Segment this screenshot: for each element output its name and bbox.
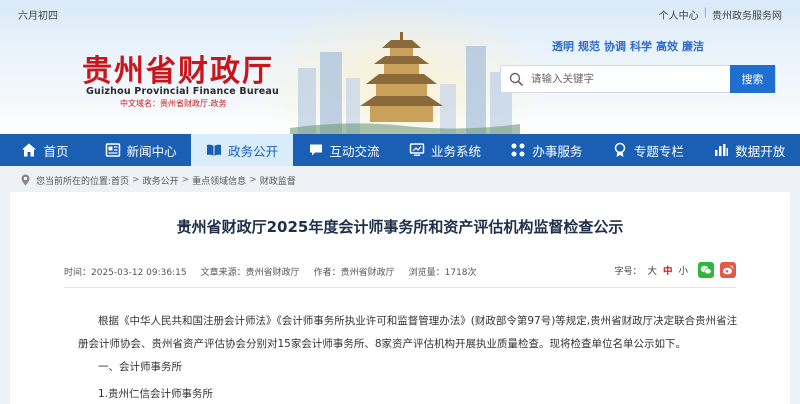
article-meta: 时间：2025-03-12 09:36:15 文章来源：贵州省财政厅 作者：贵州… <box>64 265 477 278</box>
top-bar: 六月初四 个人中心 | 贵州政务服务网 <box>0 0 800 26</box>
news-icon <box>105 143 120 157</box>
article-source: 文章来源：贵州省财政厅 <box>200 268 300 278</box>
top-links: 个人中心 | 贵州政务服务网 <box>659 7 782 22</box>
search-icon <box>509 72 523 86</box>
nav-item-label: 数据开放 <box>735 143 786 159</box>
nav-item-interaction[interactable]: 互动交流 <box>293 134 394 166</box>
publish-time: 时间：2025-03-12 09:36:15 <box>64 268 187 278</box>
article-title: 贵州省财政厅2025年度会计师事务所和资产评估机构监督检查公示 <box>176 218 624 236</box>
nav-item-home[interactable]: 首页 <box>0 134 90 166</box>
font-size-label: 字号： <box>614 266 642 277</box>
font-size-small-button[interactable]: 小 <box>678 263 688 277</box>
breadcrumb-separator: > <box>181 175 190 185</box>
section-heading: 一、会计师事务所 <box>98 361 182 373</box>
value-word: 协调 <box>604 40 626 53</box>
site-header: 六月初四 个人中心 | 贵州政务服务网 贵州省财政厅 Guizhou Provi… <box>0 0 800 134</box>
wechat-share-button[interactable] <box>698 262 714 278</box>
data-chart-icon <box>715 144 729 156</box>
topic-icon <box>614 142 626 157</box>
nav-item-label: 互动交流 <box>329 143 380 159</box>
article-panel: 贵州省财政厅2025年度会计师事务所和资产评估机构监督检查公示 时间：2025-… <box>10 192 790 404</box>
breadcrumb-separator: > <box>132 175 140 185</box>
value-word: 廉洁 <box>682 40 704 53</box>
wechat-icon <box>700 265 712 275</box>
core-values: 透明 规范 协调 科学 高效 廉洁 <box>552 38 704 54</box>
nav-item-label: 专题专栏 <box>633 143 684 159</box>
lunar-date: 六月初四 <box>18 11 58 22</box>
article-body: 根据《中华人民共和国注册会计师法》《会计师事务所执业许可和监督管理办法》(财政部… <box>78 310 738 404</box>
site-domain-label: 中文域名：贵州省财政厅.政务 <box>120 99 227 108</box>
view-count: 浏览量：1718次 <box>408 268 477 278</box>
gov-service-link[interactable]: 贵州政务服务网 <box>712 7 782 22</box>
nav-item-services[interactable]: 办事服务 <box>496 134 597 166</box>
breadcrumb: 您当前所在的位置: 首页 > 政务公开 > 重点领域信息 > 财政监督 <box>20 172 296 188</box>
value-word: 高效 <box>656 40 678 53</box>
nav-item-label: 办事服务 <box>532 143 583 159</box>
site-logo-title[interactable]: 贵州省财政厅 <box>82 46 274 90</box>
nav-item-label: 首页 <box>43 143 69 159</box>
nav-item-gov-affairs[interactable]: 政务公开 <box>191 134 293 166</box>
value-word: 科学 <box>630 40 652 53</box>
nav-item-open-data[interactable]: 数据开放 <box>699 134 800 166</box>
breadcrumb-gov-affairs[interactable]: 政务公开 <box>143 174 179 187</box>
intro-paragraph: 根据《中华人民共和国注册会计师法》《会计师事务所执业许可和监督管理办法》(财政部… <box>78 315 738 350</box>
search-button[interactable]: 搜索 <box>730 65 775 93</box>
article-author: 作者：贵州省财政厅 <box>313 268 395 278</box>
open-book-icon <box>207 144 222 156</box>
home-icon <box>22 143 37 157</box>
personal-center-link[interactable]: 个人中心 <box>659 7 699 22</box>
nav-item-label: 新闻中心 <box>126 143 177 159</box>
top-link-separator: | <box>703 7 707 18</box>
breadcrumb-key-areas[interactable]: 重点领域信息 <box>192 174 246 187</box>
meta-divider <box>64 287 736 288</box>
chat-icon <box>309 144 322 156</box>
search-input[interactable] <box>531 70 727 88</box>
search-box: 搜索 <box>500 65 776 93</box>
monitor-icon <box>409 143 425 156</box>
weibo-share-button[interactable] <box>720 262 736 278</box>
breadcrumb-finance-supervision[interactable]: 财政监督 <box>260 174 296 187</box>
weibo-icon <box>723 265 734 275</box>
list-item: 1.贵州仁信会计师事务所 <box>98 388 214 400</box>
nav-item-business-system[interactable]: 业务系统 <box>394 134 495 166</box>
main-nav: 首页 新闻中心 政务公开 互动交流 业务系统 办事服务 专题专栏 数据开放 <box>0 134 800 166</box>
value-word: 规范 <box>578 40 600 53</box>
services-icon <box>511 143 525 157</box>
article-tools: 字号： 大 中 小 <box>614 262 736 278</box>
nav-item-news[interactable]: 新闻中心 <box>90 134 191 166</box>
value-word: 透明 <box>552 40 574 53</box>
breadcrumb-prefix: 您当前所在的位置: <box>36 176 112 187</box>
location-pin-icon <box>21 174 30 186</box>
font-size-medium-button[interactable]: 中 <box>663 263 673 277</box>
font-size-large-button[interactable]: 大 <box>647 263 657 277</box>
nav-item-label: 政务公开 <box>228 143 279 159</box>
pavilion-skyline-illustration <box>290 32 520 134</box>
breadcrumb-separator: > <box>249 175 257 185</box>
nav-item-topics[interactable]: 专题专栏 <box>597 134 698 166</box>
breadcrumb-home[interactable]: 首页 <box>111 174 129 187</box>
site-logo-subtitle: Guizhou Provincial Finance Bureau <box>86 86 279 97</box>
nav-item-label: 业务系统 <box>430 143 481 159</box>
